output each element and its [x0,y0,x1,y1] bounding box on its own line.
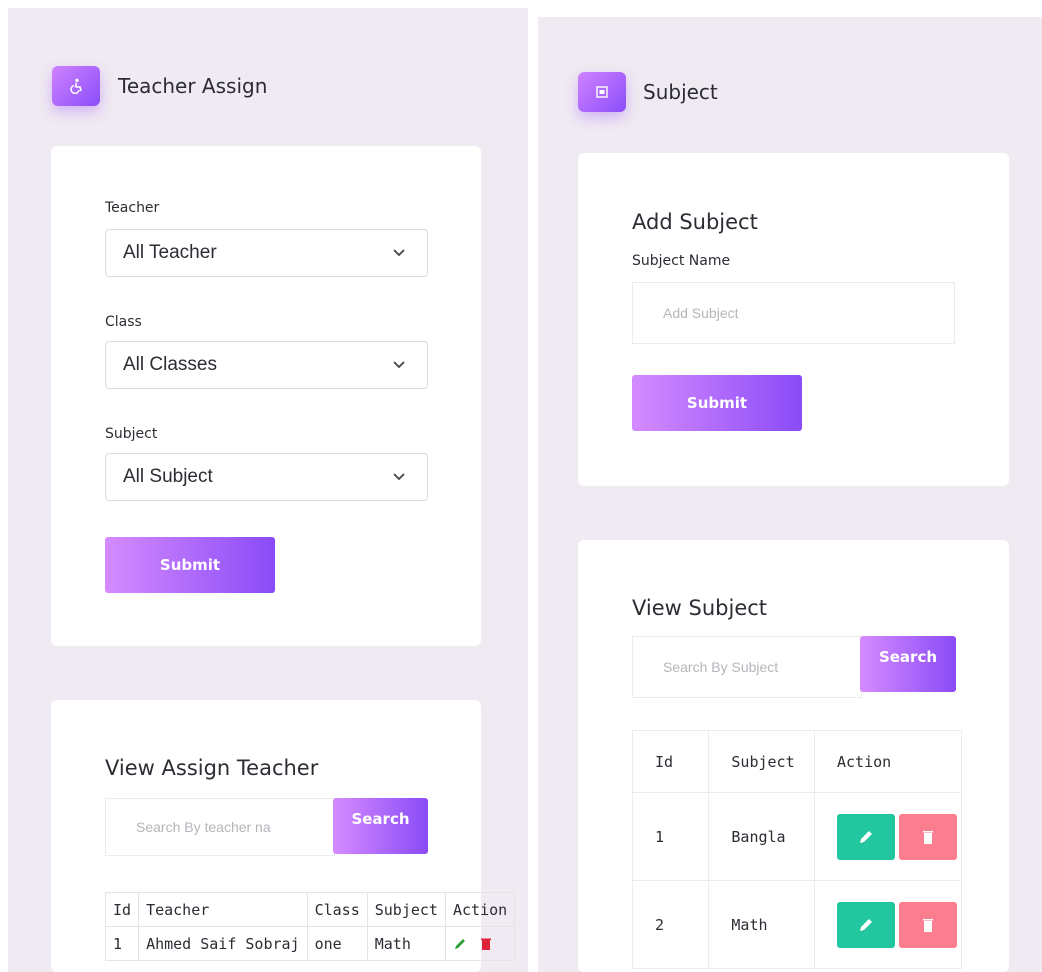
col-subject: Subject [708,730,815,793]
subject-select-value: All Subject [123,466,213,487]
edit-button[interactable] [837,813,895,860]
chevron-down-icon [393,249,405,257]
trash-icon [923,830,933,844]
subject-header: Subject [578,72,718,112]
pencil-icon[interactable] [453,937,467,951]
table-header-row: Id Subject Action [631,730,962,793]
calendar-icon [578,72,626,112]
subject-panel: Subject Add Subject Subject Name Add Sub… [538,17,1042,972]
cell-id: 2 [631,880,710,969]
trash-icon[interactable] [480,937,492,951]
subject-name-input[interactable]: Add Subject [632,282,955,344]
subject-select[interactable]: All Subject [105,453,428,501]
col-id: Id [104,892,140,927]
col-id: Id [631,730,710,793]
teacher-select[interactable]: All Teacher [105,229,428,277]
trash-icon [923,918,933,932]
wheelchair-icon [52,66,100,106]
subject-search-input[interactable]: Search By Subject [632,636,862,698]
page-title: Subject [643,80,718,104]
assign-submit-button[interactable]: Submit [105,537,275,593]
delete-button[interactable] [899,813,957,860]
cell-class: one [306,926,368,961]
cell-action [814,792,962,881]
table-row: 2 Math [631,880,962,969]
subject-name-label: Subject Name [632,253,731,269]
col-action: Action [814,730,962,793]
view-subject-card: View Subject Search By Subject Search Id… [578,540,1009,972]
class-select-value: All Classes [123,354,217,375]
table-row: 1 Ahmed Saif Sobraj one Math [104,926,516,961]
assign-form-card: Teacher All Teacher Class All Classes Su… [51,146,481,646]
teacher-search-input[interactable]: Search By teacher na [105,798,335,856]
assign-table: Id Teacher Class Subject Action 1 Ahmed … [104,892,516,961]
teacher-assign-panel: Teacher Assign Teacher All Teacher Class… [8,8,528,972]
teacher-label: Teacher [105,200,160,216]
cell-id: 1 [104,926,140,961]
edit-button[interactable] [837,901,895,948]
add-subject-card: Add Subject Subject Name Add Subject Sub… [578,153,1009,486]
cell-subject: Math [708,880,815,969]
class-select[interactable]: All Classes [105,341,428,389]
subject-label: Subject [105,426,158,442]
col-action: Action [444,892,516,927]
cell-teacher: Ahmed Saif Sobraj [138,926,308,961]
delete-button[interactable] [899,901,957,948]
page-title: Teacher Assign [118,74,268,98]
chevron-down-icon [393,361,405,369]
cell-subject: Math [366,926,446,961]
teacher-select-value: All Teacher [123,242,217,263]
cell-id: 1 [631,792,710,881]
teacher-assign-header: Teacher Assign [52,66,267,106]
pencil-icon [860,830,872,843]
view-assign-card: View Assign Teacher Search By teacher na… [51,700,516,972]
add-subject-title: Add Subject [632,210,758,234]
col-teacher: Teacher [138,892,308,927]
cell-action [814,880,962,969]
cell-subject: Bangla [708,792,815,881]
view-assign-title: View Assign Teacher [105,756,319,780]
subject-table: Id Subject Action 1 Bangla 2 Math [631,730,962,969]
view-subject-title: View Subject [632,596,768,620]
cell-action [444,926,516,961]
table-row: 1 Bangla [631,792,962,881]
chevron-down-icon [393,473,405,481]
teacher-search-button[interactable]: Search [333,798,428,854]
pencil-icon [860,918,872,931]
subject-search-button[interactable]: Search [860,636,956,692]
class-label: Class [105,314,142,330]
col-subject: Subject [366,892,446,927]
add-subject-submit-button[interactable]: Submit [632,375,802,431]
table-header-row: Id Teacher Class Subject Action [104,892,516,927]
col-class: Class [306,892,368,927]
